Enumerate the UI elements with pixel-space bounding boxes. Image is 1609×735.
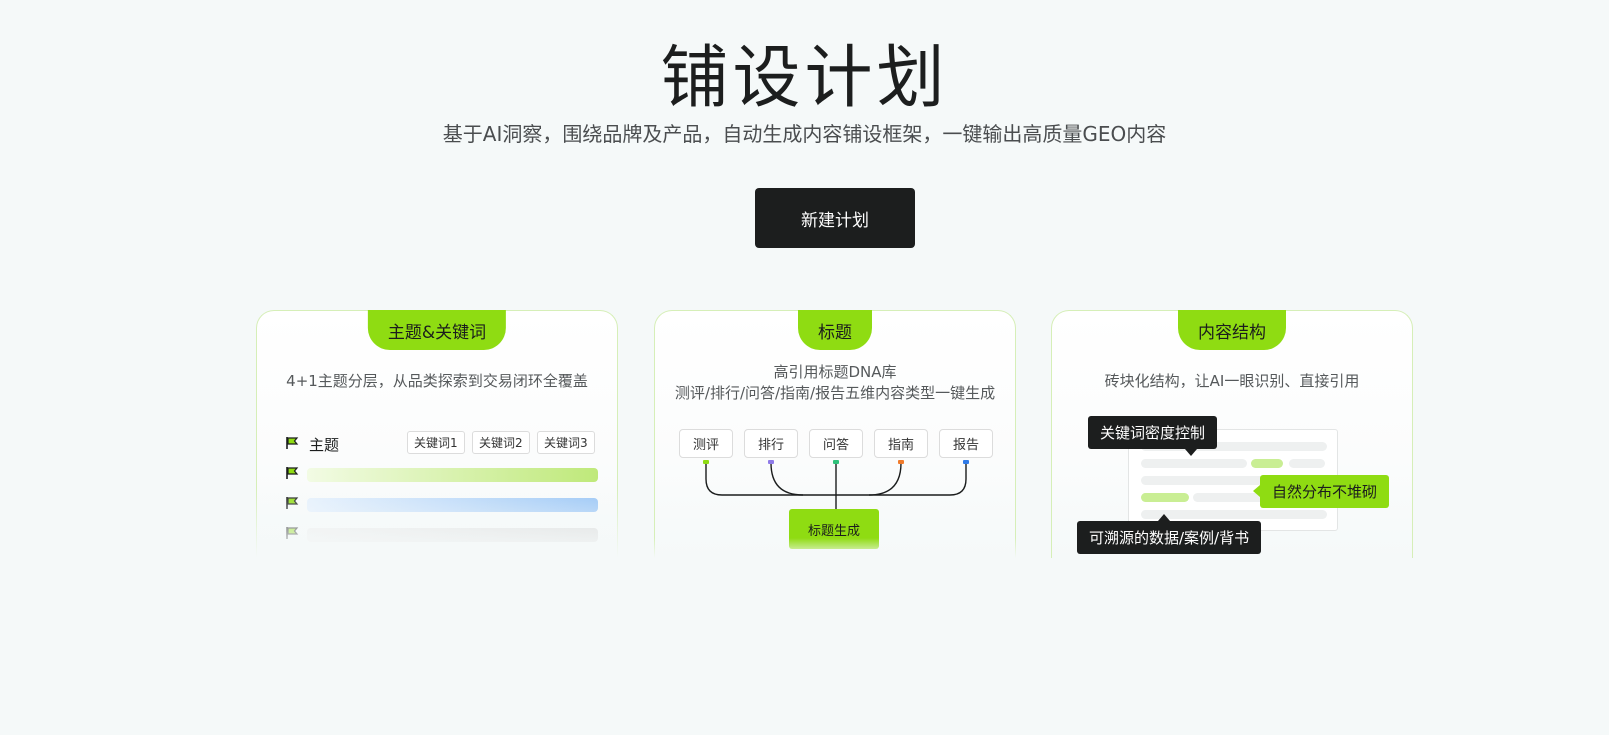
- page-title: 铺设计划: [660, 39, 949, 118]
- title-generate-block: 标题生成: [789, 509, 879, 549]
- chip-report: 报告: [939, 429, 993, 458]
- feature-card-titles: 标题 高引用标题DNA库 测评/排行/问答/指南/报告五维内容类型一键生成 测评…: [653, 310, 1017, 558]
- page-subtitle: 基于AI洞察，围绕品牌及产品，自动生成内容铺设框架，一键输出高质量GEO内容: [442, 122, 1167, 146]
- topic-label: 主题: [309, 436, 340, 454]
- chip-guide: 指南: [874, 429, 928, 458]
- keyword-chip: 关键词2: [472, 431, 530, 454]
- new-plan-button[interactable]: 新建计划: [755, 188, 915, 248]
- feature-card-structure: 内容结构 砖块化结构，让AI一眼识别、直接引用 关键词密度控制 自然分布不堆砌 …: [1051, 310, 1413, 558]
- keyword-chip: 关键词1: [407, 431, 465, 454]
- chip-qa: 问答: [809, 429, 863, 458]
- chip-connector-dot: [898, 460, 904, 464]
- topic-bar: [307, 528, 598, 542]
- card-tab-topics: 主题&关键词: [367, 310, 507, 350]
- topic-bar: [307, 498, 598, 512]
- chip-connector-dot: [833, 460, 839, 464]
- card-description: 4+1主题分层，从品类探索到交易闭环全覆盖: [286, 372, 588, 390]
- card-description: 砖块化结构，让AI一眼识别、直接引用: [1104, 372, 1360, 390]
- chip-ranking: 排行: [744, 429, 798, 458]
- topic-bar: [307, 468, 598, 482]
- flag-icon: [286, 467, 299, 479]
- tooltip-traceable-data: 可溯源的数据/案例/背书: [1077, 521, 1262, 554]
- chip-connector-dot: [703, 460, 709, 464]
- flag-icon: [286, 437, 299, 449]
- tooltip-keyword-density: 关键词密度控制: [1088, 416, 1218, 449]
- feature-card-topics: 主题&关键词 4+1主题分层，从品类探索到交易闭环全覆盖 主题 关键词1 关键词…: [255, 310, 619, 558]
- card-tab-structure: 内容结构: [1178, 310, 1286, 350]
- flag-icon: [286, 497, 299, 509]
- keyword-chip: 关键词3: [537, 431, 595, 454]
- flag-icon: [286, 527, 299, 539]
- chip-connector-dot: [768, 460, 774, 464]
- chip-connector-dot: [963, 460, 969, 464]
- chip-review: 测评: [679, 429, 733, 458]
- tooltip-natural-distribution: 自然分布不堆砌: [1260, 475, 1390, 508]
